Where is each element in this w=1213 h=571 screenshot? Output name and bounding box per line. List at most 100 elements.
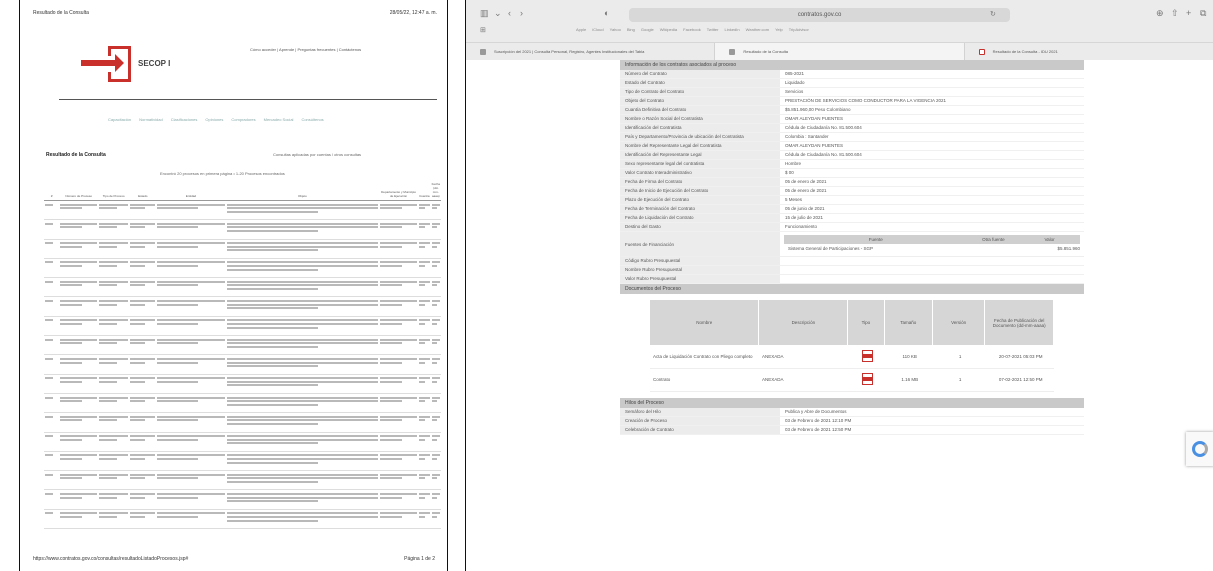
table-cell [44, 200, 60, 221]
table-cell [44, 335, 60, 356]
table-cell [156, 200, 226, 221]
favorite-link[interactable]: TripAdvisor [789, 27, 809, 32]
pdf-nav-item[interactable]: Consúltenos [301, 117, 323, 122]
document-type[interactable] [847, 345, 885, 369]
tab-overview-icon[interactable]: ⧉ [1200, 8, 1206, 19]
table-cell [59, 258, 99, 279]
tab-label: Resultado de la Consulta [743, 49, 789, 54]
detail-value: Colombia : Santander [785, 134, 829, 139]
sidebar-icon[interactable]: ▥ [480, 8, 489, 19]
pdf-page-number: Página 1 de 2 [404, 556, 435, 562]
address-bar[interactable]: contratos.gov.co [629, 8, 1010, 22]
back-icon[interactable]: ‹ [508, 8, 511, 18]
table-cell [418, 432, 431, 452]
favorite-link[interactable]: LinkedIn [724, 27, 739, 32]
table-cell [98, 200, 130, 221]
table-cell [98, 412, 130, 433]
table-cell [98, 219, 130, 240]
secop-logo: SECOP I [81, 46, 211, 86]
reload-icon[interactable]: ↻ [990, 10, 996, 18]
download-icon[interactable]: ⊕ [1156, 8, 1164, 19]
detail-label: Identificación del Contratista [620, 124, 780, 132]
table-cell [379, 335, 419, 356]
browser-tab[interactable]: Resultado de la Consulta - IDU 2021 [965, 43, 1213, 60]
browser-tab[interactable]: Resultado de la Consulta [715, 43, 965, 60]
detail-label: Valor Rubro Presupuestal [620, 275, 780, 283]
table-cell [156, 412, 226, 433]
table-cell [418, 296, 431, 317]
detail-label: Cuantía Definitiva del Contrato [620, 106, 780, 114]
favorite-link[interactable]: Twitter [707, 27, 719, 32]
pdf-nav-item[interactable]: Clasificaciones [171, 117, 198, 122]
pdf-nav-item[interactable]: Opiniones [205, 117, 223, 122]
forward-icon[interactable]: › [520, 8, 523, 18]
table-row [44, 335, 441, 356]
favorite-link[interactable]: Wikipedia [660, 27, 677, 32]
table-cell [225, 258, 380, 279]
detail-label: Celebración de Contrato [620, 425, 780, 434]
budget-fields: Código Rubro Presupuestal Nombre Rubro Pr… [620, 257, 1084, 284]
detail-label: Identificación del Representante Legal [620, 151, 780, 159]
table-cell [430, 509, 441, 530]
tab-bar: Suscripción del 2021 | Consulta Personal… [466, 42, 1213, 60]
document-name[interactable]: Acta de Liquidación Contrato con Pliego … [650, 345, 759, 369]
results-column-header: Objeto [225, 180, 380, 201]
detail-row: Destino del Gasto Funcionamiento [620, 223, 1084, 232]
grid-icon[interactable]: ⊞ [480, 26, 486, 34]
recaptcha-icon [1192, 441, 1208, 457]
pdf-file-icon[interactable] [861, 373, 873, 385]
favorite-link[interactable]: Weather.com [746, 27, 770, 32]
chevron-down-icon[interactable]: ⌄ [494, 8, 502, 19]
table-cell [430, 432, 441, 452]
detail-row: Estado del Contrato Liquidado [620, 79, 1084, 88]
table-cell [129, 316, 157, 337]
table-row [44, 489, 441, 510]
table-cell [59, 432, 99, 452]
shield-icon[interactable]: ◐ [604, 8, 609, 18]
pdf-nav-item[interactable]: Capacitación [108, 117, 131, 122]
favorite-link[interactable]: iCloud [592, 27, 603, 32]
pdf-nav-item[interactable]: Compradores [231, 117, 255, 122]
table-cell [418, 239, 431, 259]
table-cell [430, 393, 441, 414]
table-cell [379, 451, 419, 472]
favorite-link[interactable]: Yelp [775, 27, 783, 32]
table-cell [430, 200, 441, 221]
table-cell [156, 393, 226, 414]
detail-row: Creación de Proceso 03 de Febrero de 2021… [620, 416, 1084, 426]
detail-label: Fecha de Liquidación del Contrato [620, 214, 780, 222]
funding-column-header: Otra fuente [967, 235, 1020, 244]
pdf-title-right: Consultas aplicadas por cuentas / otros … [273, 152, 362, 157]
table-cell [225, 509, 380, 530]
detail-label: Destino del Gasto [620, 223, 780, 231]
table-cell [44, 470, 60, 491]
document-name[interactable]: Contrato [650, 368, 759, 392]
process-history: Semáforo del Hilo Publica y Abre de Docum… [620, 407, 1084, 435]
tab-label: Suscripción del 2021 | Consulta Personal… [494, 49, 645, 54]
table-cell [98, 296, 130, 317]
table-cell [379, 509, 419, 530]
table-cell [418, 451, 431, 472]
results-column-header: Cuantía [418, 180, 431, 201]
pdf-footer-url: https://www.contratos.gov.co/consultas/r… [33, 556, 189, 562]
pdf-nav-menu: Capacitación Normatividad Clasificaciones O… [108, 117, 437, 122]
results-column-header: Estado [129, 180, 157, 201]
favorite-link[interactable]: Yahoo [610, 27, 621, 32]
table-row [44, 316, 441, 337]
favorite-link[interactable]: Apple [576, 27, 586, 32]
browser-tab[interactable]: Suscripción del 2021 | Consulta Personal… [466, 43, 716, 60]
document-type[interactable] [847, 368, 885, 392]
share-icon[interactable]: ⇧ [1171, 8, 1179, 19]
pdf-nav-item[interactable]: Mercadeo Social [264, 117, 294, 122]
favorite-link[interactable]: Facebook [683, 27, 701, 32]
pdf-file-icon[interactable] [861, 349, 873, 362]
table-cell [430, 316, 441, 337]
table-row [44, 258, 441, 279]
table-cell [98, 258, 130, 279]
new-tab-icon[interactable]: + [1186, 8, 1191, 18]
favorite-link[interactable]: Google [641, 27, 654, 32]
favorite-link[interactable]: Bing [627, 27, 635, 32]
pdf-nav-item[interactable]: Normatividad [139, 117, 163, 122]
table-cell [44, 258, 60, 279]
recaptcha-badge[interactable] [1186, 432, 1213, 466]
